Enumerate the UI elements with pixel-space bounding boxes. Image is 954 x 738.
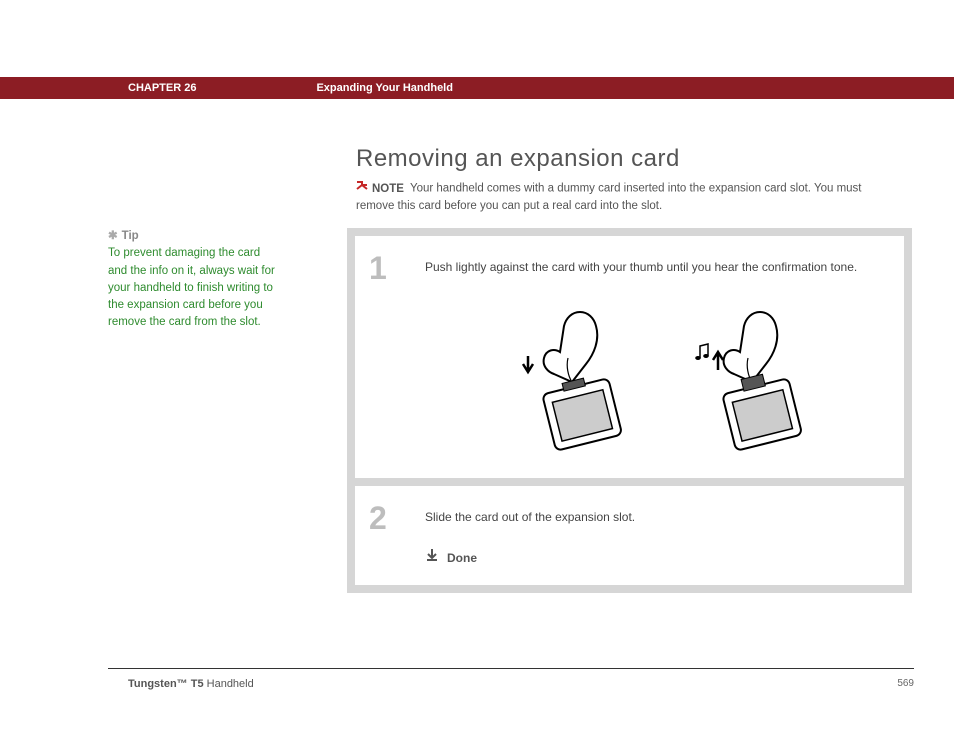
tip-body: To prevent damaging the card and the inf…	[108, 245, 278, 331]
footer-page-number: 569	[897, 678, 914, 689]
note-icon	[356, 180, 368, 197]
illustration-push-down	[500, 304, 630, 454]
note-block: NOTEYour handheld comes with a dummy car…	[356, 180, 886, 215]
asterisk-icon: ✱	[108, 230, 118, 242]
footer-product-rest: Handheld	[204, 678, 254, 690]
step-body: Push lightly against the card with your …	[425, 236, 904, 478]
done-arrow-icon	[425, 548, 439, 567]
steps-container: 1 Push lightly against the card with you…	[347, 228, 912, 593]
done-label: Done	[447, 549, 477, 567]
step-2: 2 Slide the card out of the expansion sl…	[355, 486, 904, 585]
tip-header: ✱ Tip	[108, 228, 278, 245]
tip-block: ✱ Tip To prevent damaging the card and th…	[108, 228, 278, 332]
note-text: Your handheld comes with a dummy card in…	[356, 183, 862, 212]
step-number: 2	[355, 486, 425, 537]
step-text: Push lightly against the card with your …	[425, 258, 884, 276]
footer-product: Tungsten™ T5 Handheld	[128, 678, 254, 690]
note-label: NOTE	[372, 183, 404, 195]
step-text: Slide the card out of the expansion slot…	[425, 508, 884, 526]
step-number: 1	[355, 236, 425, 287]
illustration-row	[425, 304, 884, 454]
footer-product-bold: Tungsten™ T5	[128, 678, 204, 690]
tip-label: Tip	[122, 230, 139, 242]
step-1: 1 Push lightly against the card with you…	[355, 236, 904, 478]
footer-rule	[108, 668, 914, 669]
page-title: Removing an expansion card	[356, 145, 680, 173]
illustration-pop-up	[680, 304, 810, 454]
chapter-title: Expanding Your Handheld	[316, 82, 453, 94]
done-row: Done	[425, 548, 884, 567]
chapter-header-bar: CHAPTER 26 Expanding Your Handheld	[0, 77, 954, 99]
step-body: Slide the card out of the expansion slot…	[425, 486, 904, 585]
chapter-label: CHAPTER 26	[128, 82, 196, 94]
